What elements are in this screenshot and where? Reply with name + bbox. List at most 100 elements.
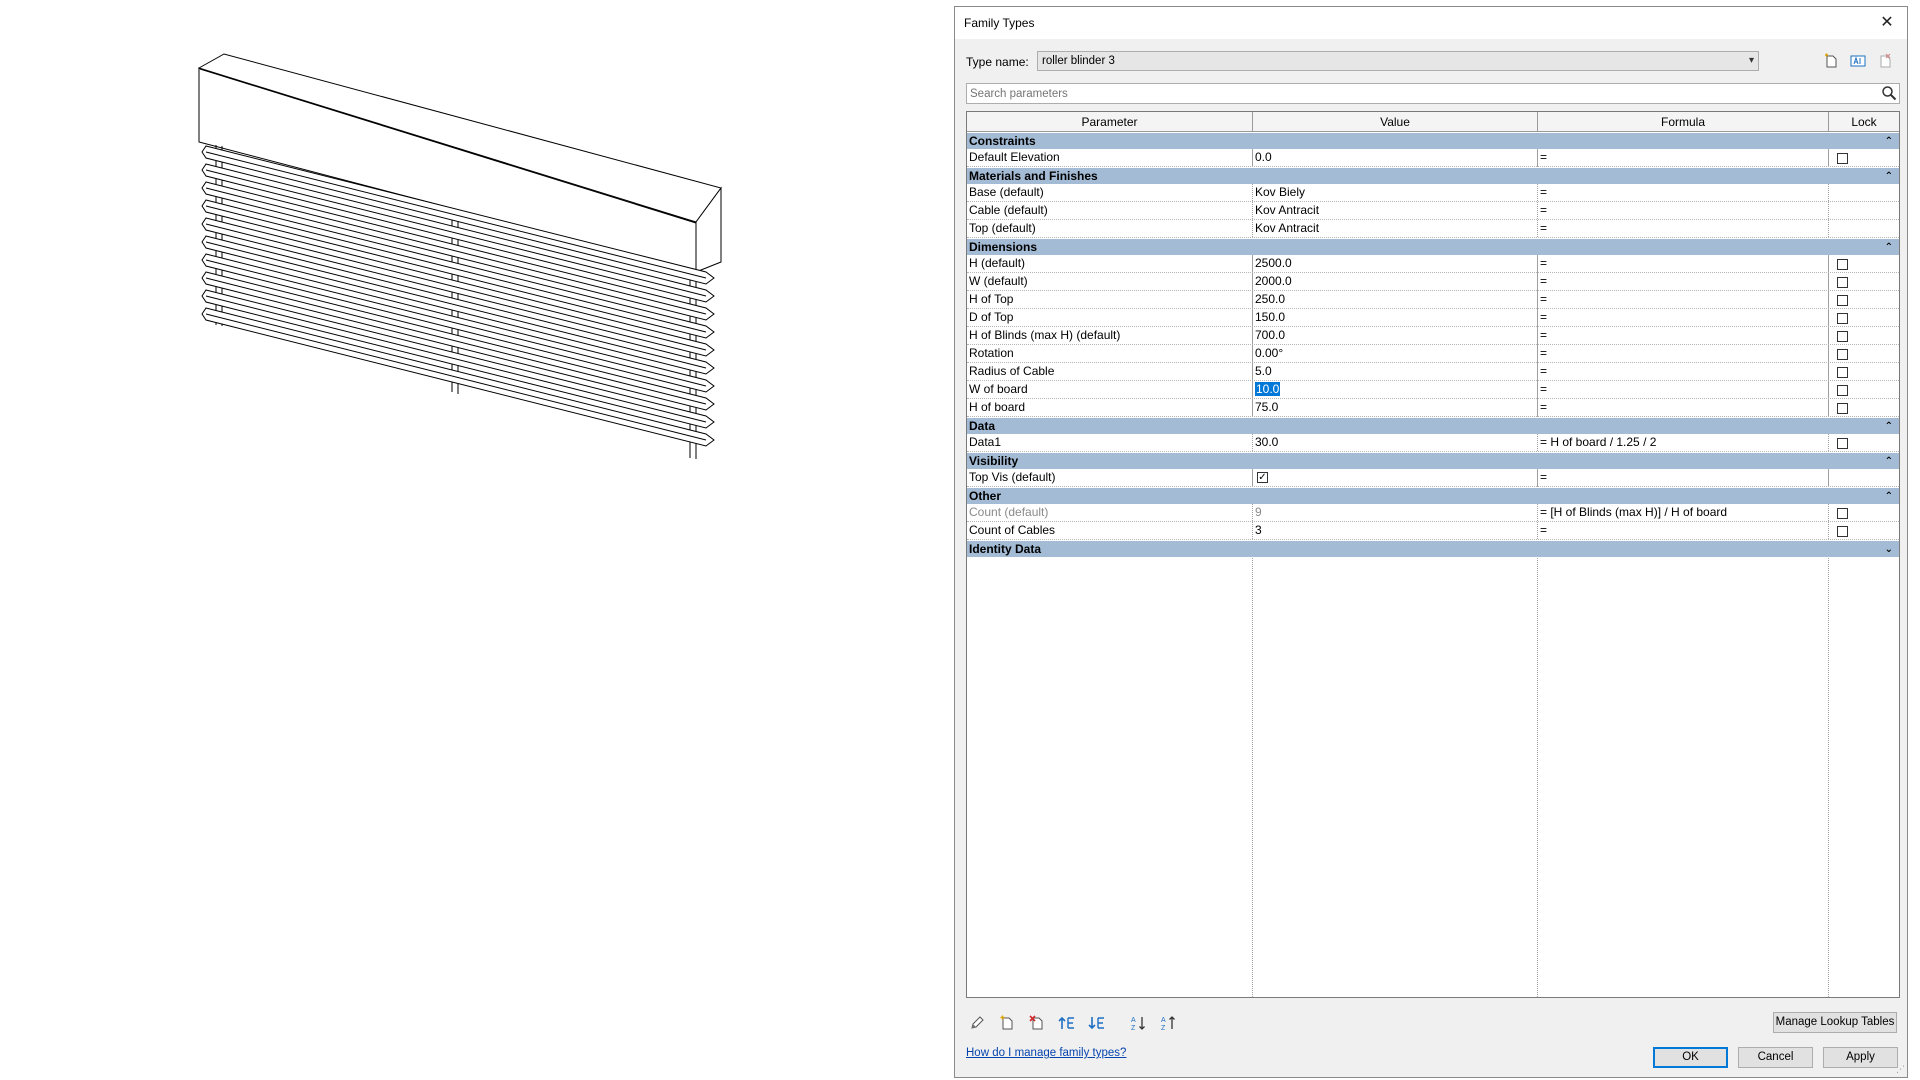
param-row-count-of-cables[interactable]: Count of Cables 3 = xyxy=(967,522,1899,540)
collapse-icon[interactable]: ⌃ xyxy=(1885,239,1893,256)
param-formula[interactable]: = xyxy=(1537,345,1828,362)
param-value[interactable]: 0.0 xyxy=(1252,149,1537,166)
param-value[interactable]: 2000.0 xyxy=(1252,273,1537,290)
param-formula[interactable]: = xyxy=(1537,255,1828,272)
close-icon[interactable]: ✕ xyxy=(1867,7,1907,39)
param-value[interactable]: 30.0 xyxy=(1252,434,1537,451)
new-parameter-icon[interactable] xyxy=(997,1013,1017,1033)
param-row-data1[interactable]: Data1 30.0 = H of board / 1.25 / 2 xyxy=(967,434,1899,452)
group-identity-data[interactable]: Identity Data ⌄ xyxy=(967,540,1899,557)
param-row-rotation[interactable]: Rotation 0.00° = xyxy=(967,345,1899,363)
group-other[interactable]: Other ⌃ xyxy=(967,487,1899,504)
param-formula[interactable]: = xyxy=(1537,220,1828,237)
param-value[interactable]: 0.00° xyxy=(1252,345,1537,362)
collapse-icon[interactable]: ⌃ xyxy=(1885,453,1893,470)
top-vis-checkbox[interactable]: ✓ xyxy=(1257,472,1268,483)
apply-button[interactable]: Apply xyxy=(1823,1047,1898,1068)
collapse-icon[interactable]: ⌃ xyxy=(1885,168,1893,185)
param-formula[interactable]: = xyxy=(1537,202,1828,219)
param-row-top-vis[interactable]: Top Vis (default) ✓ = xyxy=(967,469,1899,487)
lock-checkbox[interactable] xyxy=(1837,349,1848,360)
param-value[interactable]: Kov Antracit xyxy=(1252,202,1537,219)
param-row-h-of-board[interactable]: H of board 75.0 = xyxy=(967,399,1899,417)
lock-checkbox[interactable] xyxy=(1837,526,1848,537)
ok-button[interactable]: OK xyxy=(1653,1047,1728,1068)
group-materials-and-finishes[interactable]: Materials and Finishes ⌃ xyxy=(967,167,1899,184)
group-data[interactable]: Data ⌃ xyxy=(967,417,1899,434)
param-row-base[interactable]: Base (default) Kov Biely = xyxy=(967,184,1899,202)
param-formula[interactable]: = xyxy=(1537,309,1828,326)
param-row-count[interactable]: Count (default) 9 = [H of Blinds (max H)… xyxy=(967,504,1899,522)
group-dimensions[interactable]: Dimensions ⌃ xyxy=(967,238,1899,255)
type-name-dropdown[interactable]: roller blinder 3 ▾ xyxy=(1037,51,1759,71)
param-value[interactable]: 700.0 xyxy=(1252,327,1537,344)
param-formula[interactable]: = xyxy=(1537,327,1828,344)
param-row-h-of-top[interactable]: H of Top 250.0 = xyxy=(967,291,1899,309)
column-header-lock[interactable]: Lock xyxy=(1829,112,1899,132)
collapse-icon[interactable]: ⌃ xyxy=(1885,133,1893,150)
group-visibility[interactable]: Visibility ⌃ xyxy=(967,452,1899,469)
cancel-button[interactable]: Cancel xyxy=(1738,1047,1813,1068)
param-value[interactable]: 250.0 xyxy=(1252,291,1537,308)
param-row-d-of-top[interactable]: D of Top 150.0 = xyxy=(967,309,1899,327)
move-up-icon[interactable] xyxy=(1057,1013,1077,1033)
lock-checkbox[interactable] xyxy=(1837,403,1848,414)
expand-icon[interactable]: ⌄ xyxy=(1885,541,1893,558)
sort-descending-icon[interactable]: AZ xyxy=(1159,1013,1179,1033)
search-icon[interactable] xyxy=(1881,85,1897,104)
param-value[interactable]: 2500.0 xyxy=(1252,255,1537,272)
collapse-icon[interactable]: ⌃ xyxy=(1885,418,1893,435)
param-formula[interactable]: = [H of Blinds (max H)] / H of board xyxy=(1537,504,1828,521)
column-header-formula[interactable]: Formula xyxy=(1538,112,1829,132)
sort-ascending-icon[interactable]: AZ xyxy=(1129,1013,1149,1033)
param-formula[interactable]: = xyxy=(1537,469,1828,486)
param-value[interactable]: 75.0 xyxy=(1252,399,1537,416)
param-row-w-of-board[interactable]: W of board 10.0 = xyxy=(967,381,1899,399)
lock-checkbox[interactable] xyxy=(1837,295,1848,306)
lock-checkbox[interactable] xyxy=(1837,331,1848,342)
param-formula[interactable]: = xyxy=(1537,381,1828,398)
param-formula[interactable]: = xyxy=(1537,184,1828,201)
param-formula[interactable]: = xyxy=(1537,149,1828,166)
lock-checkbox[interactable] xyxy=(1837,438,1848,449)
param-row-h[interactable]: H (default) 2500.0 = xyxy=(967,255,1899,273)
lock-checkbox[interactable] xyxy=(1837,313,1848,324)
param-row-w[interactable]: W (default) 2000.0 = xyxy=(967,273,1899,291)
param-value-cell[interactable]: 10.0 xyxy=(1252,381,1537,398)
param-row-cable[interactable]: Cable (default) Kov Antracit = xyxy=(967,202,1899,220)
param-row-default-elevation[interactable]: Default Elevation 0.0 = xyxy=(967,149,1899,167)
lock-checkbox[interactable] xyxy=(1837,153,1848,164)
column-header-parameter[interactable]: Parameter xyxy=(967,112,1253,132)
param-row-radius-of-cable[interactable]: Radius of Cable 5.0 = xyxy=(967,363,1899,381)
lock-checkbox[interactable] xyxy=(1837,259,1848,270)
parameters-grid[interactable]: Parameter Value Formula Lock Constraints… xyxy=(966,111,1900,998)
move-down-icon[interactable] xyxy=(1087,1013,1107,1033)
param-value-selected[interactable]: 10.0 xyxy=(1255,382,1281,396)
new-type-icon[interactable] xyxy=(1821,51,1841,71)
search-input[interactable] xyxy=(967,84,1873,103)
param-row-h-of-blinds[interactable]: H of Blinds (max H) (default) 700.0 = xyxy=(967,327,1899,345)
param-formula[interactable]: = xyxy=(1537,273,1828,290)
param-value[interactable]: Kov Antracit xyxy=(1252,220,1537,237)
param-formula[interactable]: = xyxy=(1537,399,1828,416)
rename-type-icon[interactable] xyxy=(1848,51,1868,71)
param-value[interactable]: Kov Biely xyxy=(1252,184,1537,201)
edit-parameter-icon[interactable] xyxy=(967,1013,987,1033)
lock-checkbox[interactable] xyxy=(1837,385,1848,396)
model-viewport[interactable] xyxy=(0,0,950,1080)
param-formula[interactable]: = H of board / 1.25 / 2 xyxy=(1537,434,1828,451)
lock-checkbox[interactable] xyxy=(1837,277,1848,288)
param-value[interactable]: 5.0 xyxy=(1252,363,1537,380)
delete-type-icon[interactable] xyxy=(1875,51,1895,71)
param-formula[interactable]: = xyxy=(1537,291,1828,308)
param-value[interactable]: 3 xyxy=(1252,522,1537,539)
param-value[interactable]: 150.0 xyxy=(1252,309,1537,326)
lock-checkbox[interactable] xyxy=(1837,508,1848,519)
collapse-icon[interactable]: ⌃ xyxy=(1885,488,1893,505)
chevron-down-icon[interactable]: ▾ xyxy=(1749,52,1754,70)
resize-grip-icon[interactable]: ⋰ xyxy=(1896,1064,1905,1075)
manage-lookup-tables-button[interactable]: Manage Lookup Tables xyxy=(1773,1012,1897,1033)
lock-checkbox[interactable] xyxy=(1837,367,1848,378)
param-formula[interactable]: = xyxy=(1537,522,1828,539)
param-formula[interactable]: = xyxy=(1537,363,1828,380)
